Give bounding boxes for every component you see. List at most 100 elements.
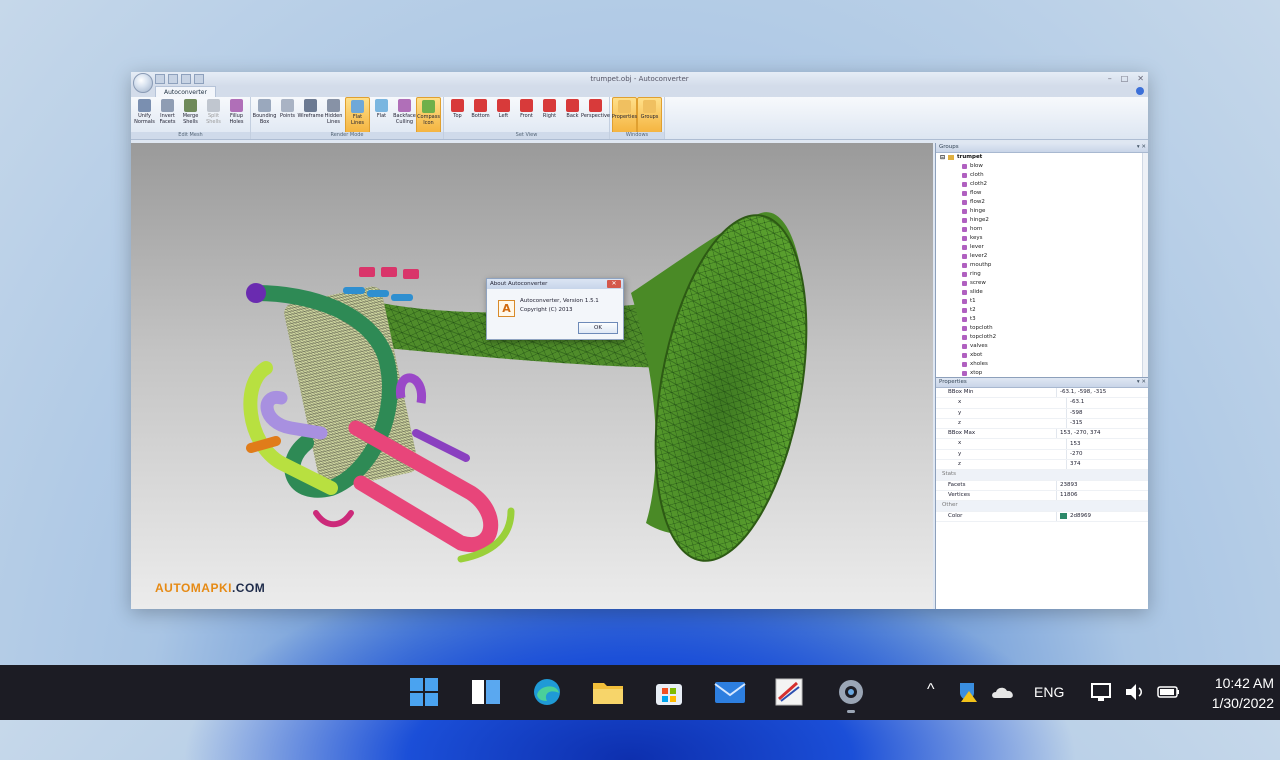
flat-lines-icon: [351, 100, 364, 113]
minimize-button[interactable]: –: [1108, 72, 1112, 86]
properties-button[interactable]: Properties: [612, 97, 637, 135]
property-row[interactable]: BBox Max 153, -270, 374: [936, 429, 1148, 440]
groups-scrollbar[interactable]: [1142, 153, 1148, 377]
property-row[interactable]: y -270: [936, 449, 1148, 461]
tree-item[interactable]: hinge: [940, 207, 1148, 216]
property-value: -63.1, -598, -315: [1060, 389, 1107, 396]
groups-button[interactable]: Groups: [637, 97, 662, 135]
language-indicator[interactable]: ENG: [1034, 684, 1064, 700]
tree-item[interactable]: topcloth: [940, 324, 1148, 333]
tree-item[interactable]: blow: [940, 162, 1148, 171]
tree-item[interactable]: flow: [940, 189, 1148, 198]
property-value: 11806: [1060, 492, 1078, 499]
tree-item[interactable]: xbot: [940, 351, 1148, 360]
help-icon[interactable]: [1136, 87, 1144, 95]
property-row[interactable]: Stats: [936, 470, 1148, 481]
file-explorer-icon[interactable]: [592, 677, 624, 707]
tree-item[interactable]: t1: [940, 297, 1148, 306]
task-view-icon[interactable]: [470, 677, 502, 707]
fillup-holes-button[interactable]: Fillup Holes: [225, 97, 248, 133]
property-key: x: [936, 398, 1067, 408]
perspective-button[interactable]: Perspective: [581, 97, 610, 133]
volume-icon[interactable]: [1123, 681, 1147, 703]
invert-facets-button[interactable]: Invert Facets: [156, 97, 179, 133]
maximize-button[interactable]: □: [1121, 72, 1129, 86]
tree-item[interactable]: cloth2: [940, 180, 1148, 189]
ribbon-button-label: Back: [566, 113, 579, 119]
tree-item[interactable]: cloth: [940, 171, 1148, 180]
unify-normals-button[interactable]: Unify Normals: [133, 97, 156, 133]
top-view-button[interactable]: Top: [446, 97, 469, 133]
collapse-icon[interactable]: ⊟: [940, 153, 945, 162]
compass-button[interactable]: Compass Icon: [416, 97, 441, 135]
onedrive-icon[interactable]: [990, 683, 1016, 701]
groups-panel-controls[interactable]: ▾ ✕: [1137, 143, 1146, 152]
tree-item[interactable]: xholes: [940, 360, 1148, 369]
tree-item[interactable]: t2: [940, 306, 1148, 315]
app-menu-button[interactable]: [133, 73, 153, 93]
tree-item[interactable]: screw: [940, 279, 1148, 288]
property-row[interactable]: y -598: [936, 408, 1148, 419]
flat-lines-button[interactable]: Flat Lines: [345, 97, 370, 135]
tree-root[interactable]: ⊟ trumpet: [940, 153, 1148, 162]
tree-item[interactable]: keys: [940, 234, 1148, 243]
property-row[interactable]: BBox Min -63.1, -598, -315: [936, 388, 1148, 399]
system-clock[interactable]: 10:42 AM 1/30/2022: [1212, 673, 1274, 713]
dialog-close-button[interactable]: ✕: [607, 280, 621, 288]
3d-viewport[interactable]: AUTOMAPKI.COM About Autoconverter ✕ A Au…: [131, 143, 933, 609]
tree-item[interactable]: hinge2: [940, 216, 1148, 225]
mesh-group-icon: [962, 326, 967, 331]
wireframe-button[interactable]: Wireframe: [297, 97, 324, 133]
property-row[interactable]: Color 2d8969: [936, 511, 1148, 522]
tree-item[interactable]: lever: [940, 243, 1148, 252]
groups-panel-header: Groups ▾ ✕: [936, 143, 1148, 153]
property-row[interactable]: Facets 23893: [936, 480, 1148, 491]
right-view-button[interactable]: Right: [538, 97, 561, 133]
property-row[interactable]: z -315: [936, 418, 1148, 430]
tree-item[interactable]: flow2: [940, 198, 1148, 207]
property-row[interactable]: z 374: [936, 460, 1148, 471]
network-icon[interactable]: [1090, 681, 1114, 703]
front-view-button[interactable]: Front: [515, 97, 538, 133]
close-button[interactable]: ✕: [1137, 72, 1144, 86]
tree-item[interactable]: ring: [940, 270, 1148, 279]
merge-shells-button[interactable]: Merge Shells: [179, 97, 202, 133]
tree-item[interactable]: lever2: [940, 252, 1148, 261]
mail-icon[interactable]: [714, 677, 746, 707]
show-hidden-icons-button[interactable]: ^: [927, 681, 935, 699]
ok-button[interactable]: OK: [578, 322, 618, 334]
property-key: Other: [942, 502, 958, 509]
left-view-button[interactable]: Left: [492, 97, 515, 133]
bounding-box-button[interactable]: Bounding Box: [253, 97, 276, 133]
battery-icon[interactable]: [1156, 683, 1182, 701]
flat-button[interactable]: Flat: [370, 97, 393, 133]
properties-panel-controls[interactable]: ▾ ✕: [1137, 378, 1146, 387]
property-row[interactable]: x -63.1: [936, 398, 1148, 409]
bottom-view-button[interactable]: Bottom: [469, 97, 492, 133]
windows-start-icon[interactable]: [408, 677, 440, 707]
tree-item[interactable]: mouthp: [940, 261, 1148, 270]
properties-panel: Properties ▾ ✕ BBox Min -63.1, -598, -315…: [935, 377, 1148, 609]
backface-culling-button[interactable]: Backface Culling: [393, 97, 416, 133]
property-row[interactable]: Other: [936, 501, 1148, 512]
property-row[interactable]: Vertices 11806: [936, 490, 1148, 502]
split-shells-button[interactable]: Split Shells: [202, 97, 225, 133]
settings-icon[interactable]: [835, 677, 867, 713]
property-row[interactable]: x 153: [936, 439, 1148, 450]
store-icon[interactable]: [653, 677, 685, 707]
tree-item[interactable]: horn: [940, 225, 1148, 234]
color-swatch[interactable]: [1060, 513, 1067, 520]
edge-icon[interactable]: [531, 677, 563, 707]
fillup-holes-icon: [230, 99, 243, 112]
points-button[interactable]: Points: [276, 97, 299, 133]
ribbon-button-label: Bottom: [471, 113, 490, 119]
tree-item[interactable]: topcloth2: [940, 333, 1148, 342]
tree-item[interactable]: slide: [940, 288, 1148, 297]
security-shield-icon[interactable]: [956, 681, 980, 703]
property-key: Stats: [942, 471, 957, 478]
copyright-text: Copyright (C) 2013: [520, 307, 573, 313]
hidden-lines-button[interactable]: Hidden Lines: [322, 97, 345, 133]
tree-item[interactable]: valves: [940, 342, 1148, 351]
tree-item[interactable]: t3: [940, 315, 1148, 324]
autoconverter-icon[interactable]: [773, 677, 805, 707]
